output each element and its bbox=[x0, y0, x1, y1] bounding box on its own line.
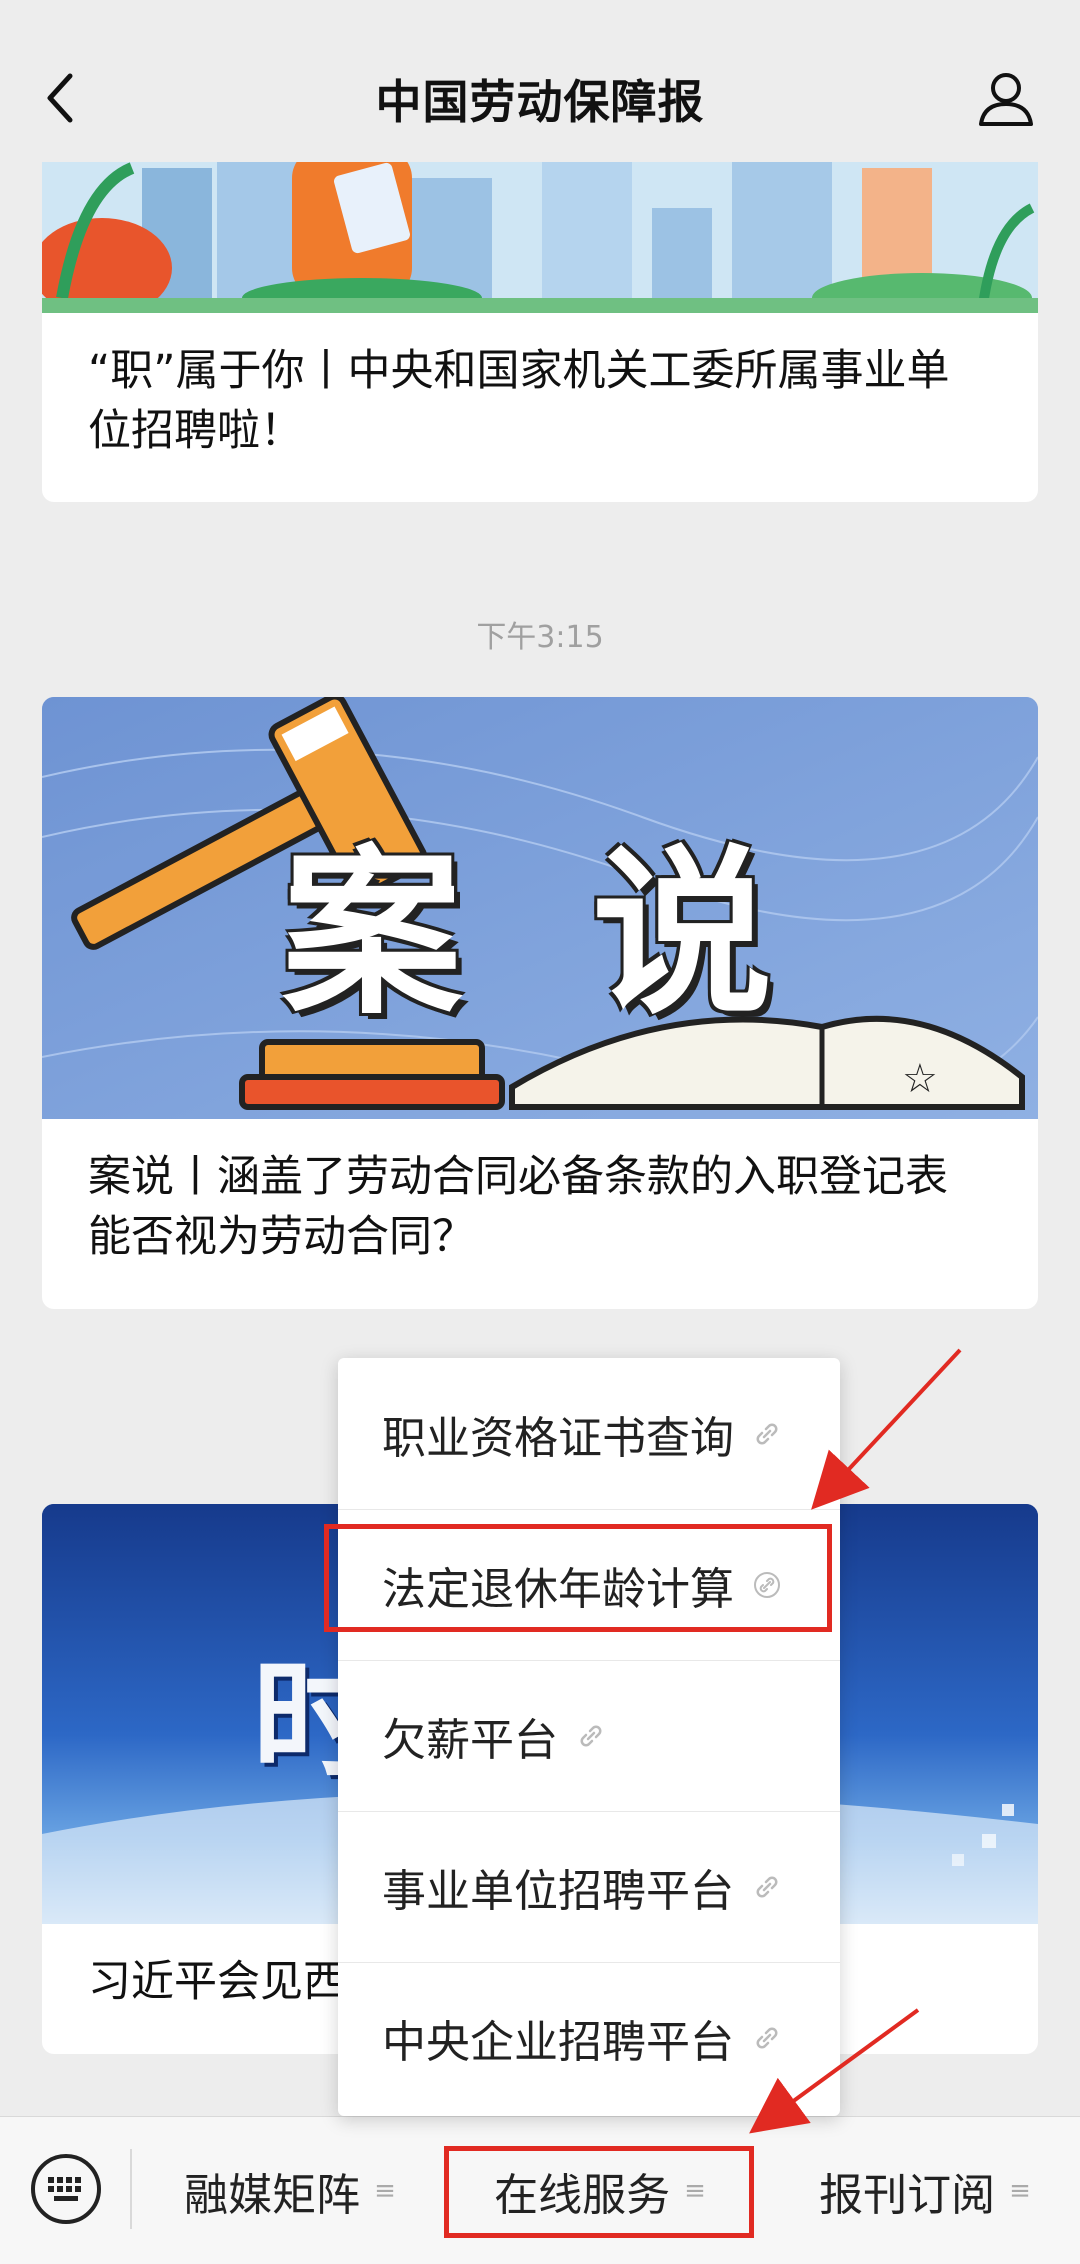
link-icon bbox=[756, 1876, 778, 1898]
message-timestamp: 下午3:15 bbox=[476, 620, 604, 655]
submenu-item-wage-arrears[interactable]: 欠薪平台 bbox=[338, 1660, 840, 1811]
svg-text:☆: ☆ bbox=[902, 1056, 938, 1102]
menu-label: 融媒矩阵 bbox=[184, 2170, 361, 2221]
menu-label: 在线服务 bbox=[494, 2170, 671, 2221]
article-title: 案说丨涵盖了劳动合同必备条款的入职登记表 能否视为劳动合同？ bbox=[88, 1152, 948, 1262]
chevron-left-icon[interactable] bbox=[40, 68, 80, 128]
menu-button-online-service[interactable]: 在线服务 ≡ bbox=[440, 2117, 760, 2264]
submenu-item-label: 职业资格证书查询 bbox=[382, 1412, 734, 1464]
article-card[interactable]: ☆ 案说 案说丨涵盖了劳动合同必备条款的入职登记表 能否视为劳动合同？ bbox=[42, 697, 1038, 1309]
page-title: 中国劳动保障报 bbox=[375, 75, 705, 129]
menu-lines-icon: ≡ bbox=[684, 2176, 706, 2206]
bottom-menu-bar: 融媒矩阵 ≡ 在线服务 ≡ 报刊订阅 ≡ bbox=[0, 2116, 1080, 2264]
submenu-item-retirement-age-calc[interactable]: 法定退休年龄计算 bbox=[338, 1509, 840, 1660]
submenu-item-qualification-query[interactable]: 职业资格证书查询 bbox=[338, 1358, 840, 1509]
article-cover-text: 案说 bbox=[282, 830, 903, 1039]
keyboard-icon[interactable] bbox=[30, 2153, 102, 2225]
article-cover-image bbox=[42, 148, 1038, 313]
menu-lines-icon: ≡ bbox=[1009, 2176, 1031, 2206]
person-icon[interactable] bbox=[976, 68, 1036, 128]
submenu-item-label: 法定退休年龄计算 bbox=[382, 1564, 734, 1615]
menu-button-newspaper-subscribe[interactable]: 报刊订阅 ≡ bbox=[770, 2117, 1080, 2264]
submenu-item-central-enterprise-jobs[interactable]: 中央企业招聘平台 bbox=[338, 1962, 840, 2113]
article-cover-image: ☆ 案说 bbox=[42, 697, 1038, 1119]
submenu-item-label: 中央企业招聘平台 bbox=[382, 2017, 734, 2068]
divider bbox=[130, 2149, 132, 2229]
link-icon bbox=[756, 2027, 778, 2049]
menu-label: 报刊订阅 bbox=[819, 2170, 996, 2221]
submenu-item-label: 欠薪平台 bbox=[382, 1715, 558, 1766]
article-title: “职”属于你丨中央和国家机关工委所属事业单位招聘啦！ bbox=[88, 346, 950, 456]
submenu-item-public-institution-jobs[interactable]: 事业单位招聘平台 bbox=[338, 1811, 840, 1962]
submenu-popup: 职业资格证书查询 法定退休年龄计算 欠薪平台 事业单位招聘平台 中央企业招聘平台 bbox=[338, 1358, 840, 2116]
link-icon bbox=[756, 1423, 778, 1444]
top-nav-bar: 中国劳动保障报 bbox=[0, 0, 1080, 162]
link-icon bbox=[754, 1572, 780, 1598]
link-icon bbox=[580, 1725, 602, 1747]
article-card[interactable]: “职”属于你丨中央和国家机关工委所属事业单位招聘啦！ bbox=[42, 148, 1038, 502]
menu-lines-icon: ≡ bbox=[374, 2176, 396, 2206]
menu-button-media-matrix[interactable]: 融媒矩阵 ≡ bbox=[140, 2117, 440, 2264]
submenu-item-label: 事业单位招聘平台 bbox=[382, 1866, 734, 1917]
